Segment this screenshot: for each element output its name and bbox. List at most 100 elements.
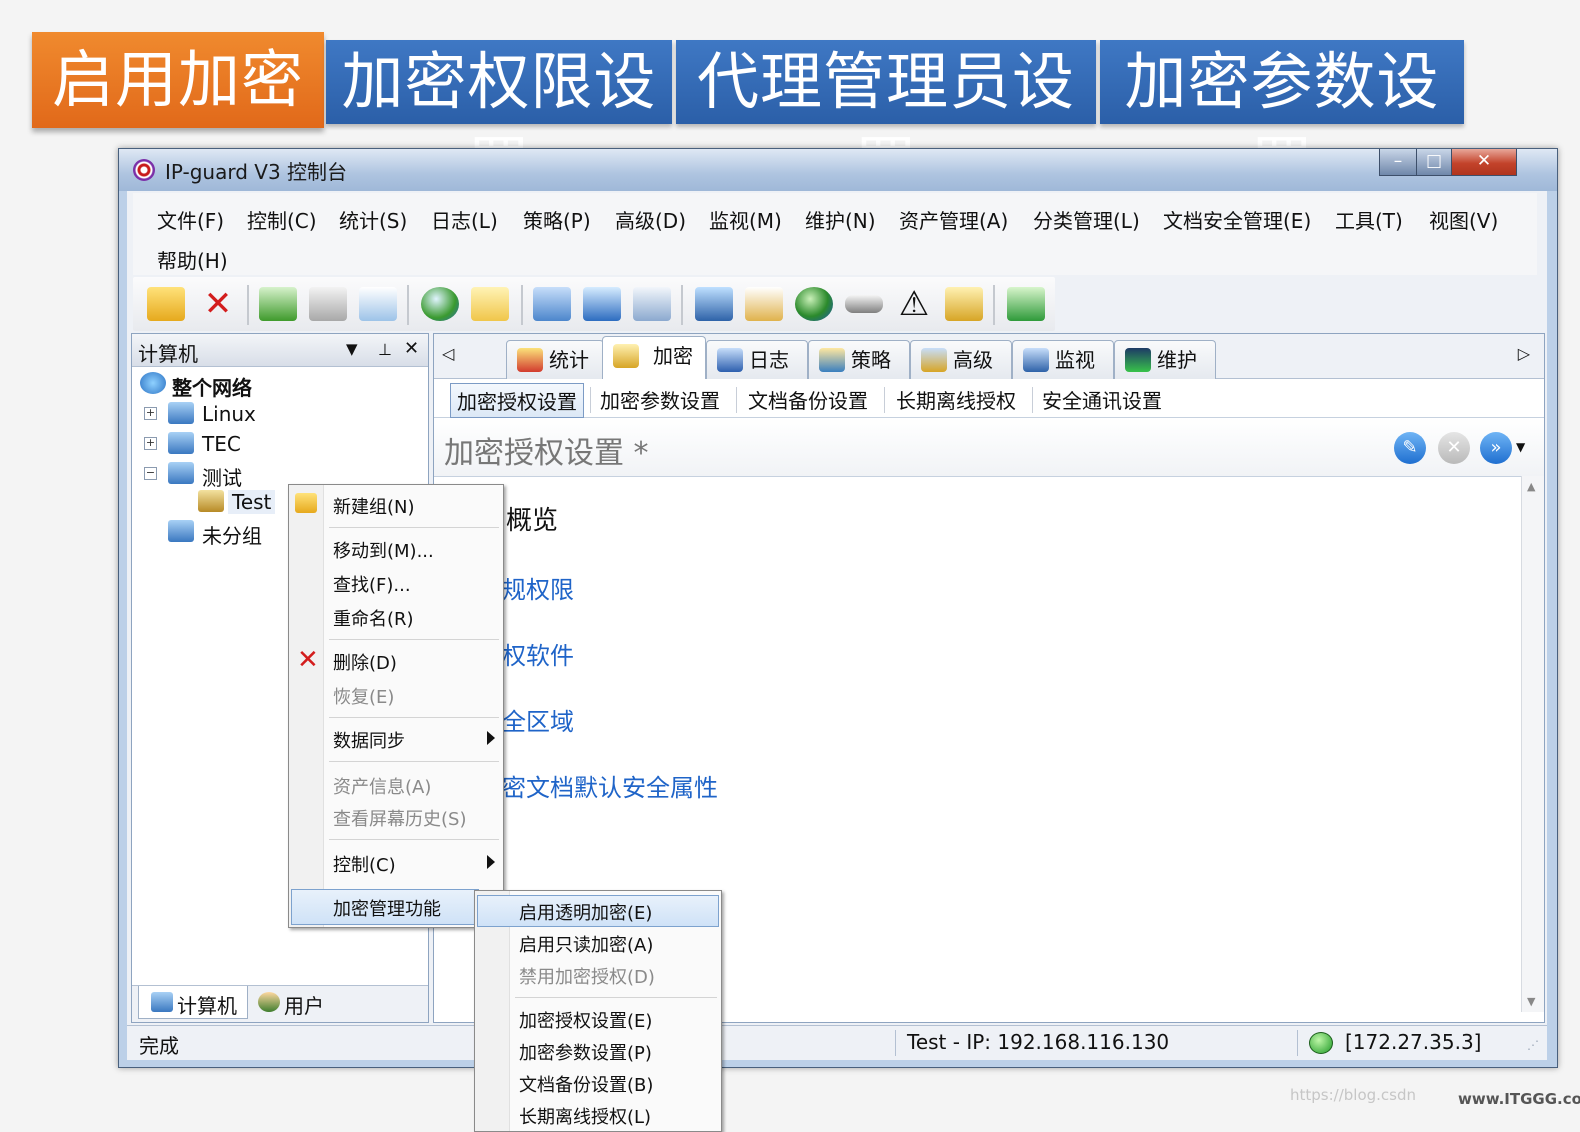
menu-policy[interactable]: 策略(P) bbox=[523, 203, 591, 236]
search-icon[interactable] bbox=[583, 287, 621, 321]
tree-expand-icon[interactable]: + bbox=[144, 437, 157, 450]
new-group-icon[interactable] bbox=[147, 287, 185, 321]
menu-doc-backup-settings[interactable]: 文档备份设置(B) bbox=[519, 1071, 653, 1097]
disk-icon[interactable] bbox=[845, 295, 883, 313]
print-preview-icon[interactable] bbox=[359, 287, 397, 321]
network-icon[interactable] bbox=[795, 287, 833, 321]
menu-control[interactable]: 控制(C) bbox=[333, 851, 396, 877]
more-actions-button[interactable]: » bbox=[1480, 432, 1512, 464]
pin-icon[interactable]: ⊥ bbox=[378, 340, 392, 359]
subtab-doc-backup[interactable]: 文档备份设置 bbox=[742, 383, 874, 416]
scroll-up-icon[interactable]: ▲ bbox=[1527, 480, 1535, 493]
link-security-zone[interactable]: 全区域 bbox=[502, 702, 574, 737]
menu-maintenance[interactable]: 维护(N) bbox=[805, 203, 876, 236]
warning-icon[interactable]: ⚠ bbox=[895, 287, 933, 321]
tree-item-linux[interactable]: Linux bbox=[202, 402, 256, 426]
menu-find[interactable]: 查找(F)... bbox=[333, 571, 411, 597]
menu-statistics[interactable]: 统计(S) bbox=[339, 203, 407, 236]
tab-encryption[interactable]: 加密 bbox=[602, 336, 706, 380]
tab-scroll-right-icon[interactable]: ▷ bbox=[1518, 344, 1530, 363]
delete-icon[interactable]: ✕ bbox=[199, 287, 237, 321]
tab-advanced[interactable]: 高级 bbox=[910, 340, 1012, 379]
minimize-button[interactable]: – bbox=[1379, 149, 1417, 176]
banner-tab-enable-encryption[interactable]: 启用加密 bbox=[32, 32, 324, 128]
tree-expand-icon[interactable]: + bbox=[144, 407, 157, 420]
link-authorized-software[interactable]: 权软件 bbox=[502, 636, 574, 671]
site-watermark: www.ITGGG.com bbox=[1458, 1090, 1580, 1108]
subtab-encryption-authorization[interactable]: 加密授权设置 bbox=[450, 383, 584, 418]
menu-doc-security[interactable]: 文档安全管理(E) bbox=[1163, 203, 1311, 236]
menu-new-group[interactable]: 新建组(N) bbox=[333, 493, 415, 519]
cancel-button[interactable]: ✕ bbox=[1438, 432, 1470, 464]
tree-item-test-computer[interactable]: Test bbox=[228, 490, 276, 514]
tab-monitor[interactable]: 监视 bbox=[1012, 340, 1114, 379]
tab-statistics[interactable]: 统计 bbox=[506, 340, 604, 379]
menu-enable-transparent-encryption[interactable]: 启用透明加密(E) bbox=[519, 899, 652, 925]
menu-classification[interactable]: 分类管理(L) bbox=[1033, 203, 1140, 236]
tree-root-whole-network[interactable]: 整个网络 bbox=[172, 372, 252, 401]
tab-user[interactable]: 用户 bbox=[250, 986, 340, 1018]
link-general-permissions[interactable]: 规权限 bbox=[502, 570, 574, 605]
banner-tab-encryption-params[interactable]: 加密参数设置 bbox=[1100, 40, 1464, 202]
tree-item-test-group[interactable]: 测试 bbox=[202, 462, 242, 491]
tree-item-ungrouped[interactable]: 未分组 bbox=[202, 520, 262, 549]
blog-watermark: https://blog.csdn bbox=[1290, 1086, 1417, 1104]
pane-dropdown-icon[interactable]: ▼ bbox=[346, 340, 358, 358]
copy-icon[interactable] bbox=[533, 287, 571, 321]
menu-advanced[interactable]: 高级(D) bbox=[615, 203, 686, 236]
edit-button[interactable]: ✎ bbox=[1394, 432, 1426, 464]
menu-data-sync[interactable]: 数据同步 bbox=[333, 727, 405, 753]
link-default-security-attributes[interactable]: 密文档默认安全属性 bbox=[502, 768, 718, 803]
menu-control[interactable]: 控制(C) bbox=[247, 203, 317, 236]
computer-icon[interactable] bbox=[695, 287, 733, 321]
menu-view[interactable]: 视图(V) bbox=[1429, 203, 1498, 236]
menu-encryption-authorization-settings[interactable]: 加密授权设置(E) bbox=[519, 1007, 652, 1033]
menu-help[interactable]: 帮助(H) bbox=[157, 243, 228, 276]
banner-tab-proxy-admin[interactable]: 代理管理员设置 bbox=[676, 40, 1096, 202]
maximize-button[interactable]: □ bbox=[1416, 149, 1452, 176]
lock-icon[interactable] bbox=[945, 287, 983, 321]
scroll-down-icon[interactable]: ▼ bbox=[1527, 995, 1535, 1008]
tab-policy[interactable]: 策略 bbox=[808, 340, 910, 379]
menu-separator bbox=[329, 717, 499, 718]
refresh-icon[interactable] bbox=[1007, 287, 1045, 321]
menu-rename[interactable]: 重命名(R) bbox=[333, 605, 414, 631]
banner-tab-encryption-permissions[interactable]: 加密权限设置 bbox=[326, 40, 672, 202]
pane-header: 计算机 ▼ ⊥ ✕ bbox=[132, 334, 428, 367]
window-title: IP-guard V3 控制台 bbox=[165, 160, 348, 184]
tab-computer[interactable]: 计算机 bbox=[138, 986, 248, 1019]
tab-scroll-left-icon[interactable]: ◁ bbox=[442, 344, 454, 363]
more-dropdown-icon[interactable]: ▼ bbox=[1516, 440, 1525, 454]
close-button[interactable]: ✕ bbox=[1451, 149, 1517, 176]
tab-maintenance[interactable]: 维护 bbox=[1114, 340, 1216, 379]
menu-asset-management[interactable]: 资产管理(A) bbox=[899, 203, 1008, 236]
resize-grip-icon[interactable]: ⋰ bbox=[1527, 1038, 1539, 1052]
note-icon[interactable] bbox=[471, 287, 509, 321]
subtab-offline-authorization[interactable]: 长期离线授权 bbox=[890, 383, 1022, 416]
menu-monitor[interactable]: 监视(M) bbox=[709, 203, 782, 236]
pane-close-icon[interactable]: ✕ bbox=[404, 338, 419, 359]
tab-log[interactable]: 日志 bbox=[706, 340, 808, 379]
print-icon[interactable] bbox=[309, 287, 347, 321]
menu-move-to[interactable]: 移动到(M)... bbox=[333, 537, 434, 563]
menu-screen-history: 查看屏幕历史(S) bbox=[333, 809, 467, 830]
tree-collapse-icon[interactable]: − bbox=[144, 467, 157, 480]
menu-offline-authorization[interactable]: 长期离线授权(L) bbox=[519, 1103, 651, 1129]
vertical-scrollbar[interactable]: ▲ ▼ bbox=[1521, 476, 1544, 1012]
menu-encryption-parameter-settings[interactable]: 加密参数设置(P) bbox=[519, 1039, 652, 1065]
export-icon[interactable] bbox=[633, 287, 671, 321]
menu-log[interactable]: 日志(L) bbox=[431, 203, 498, 236]
menu-encryption-management[interactable]: 加密管理功能 bbox=[333, 895, 441, 921]
subtab-secure-communication[interactable]: 安全通讯设置 bbox=[1036, 383, 1168, 416]
subtab-encryption-params[interactable]: 加密参数设置 bbox=[594, 383, 726, 416]
group-icon bbox=[168, 432, 194, 454]
menu-tools[interactable]: 工具(T) bbox=[1335, 203, 1403, 236]
import-icon[interactable] bbox=[259, 287, 297, 321]
menu-delete[interactable]: 删除(D) bbox=[333, 649, 397, 675]
menu-file[interactable]: 文件(F) bbox=[157, 203, 224, 236]
tree-item-tec[interactable]: TEC bbox=[202, 432, 241, 456]
globe-icon[interactable] bbox=[421, 287, 459, 321]
section-header: 加密授权设置 * ✎ ✕ » ▼ bbox=[434, 418, 1544, 477]
report-icon[interactable] bbox=[745, 287, 783, 321]
menu-enable-readonly-encryption[interactable]: 启用只读加密(A) bbox=[519, 931, 653, 957]
